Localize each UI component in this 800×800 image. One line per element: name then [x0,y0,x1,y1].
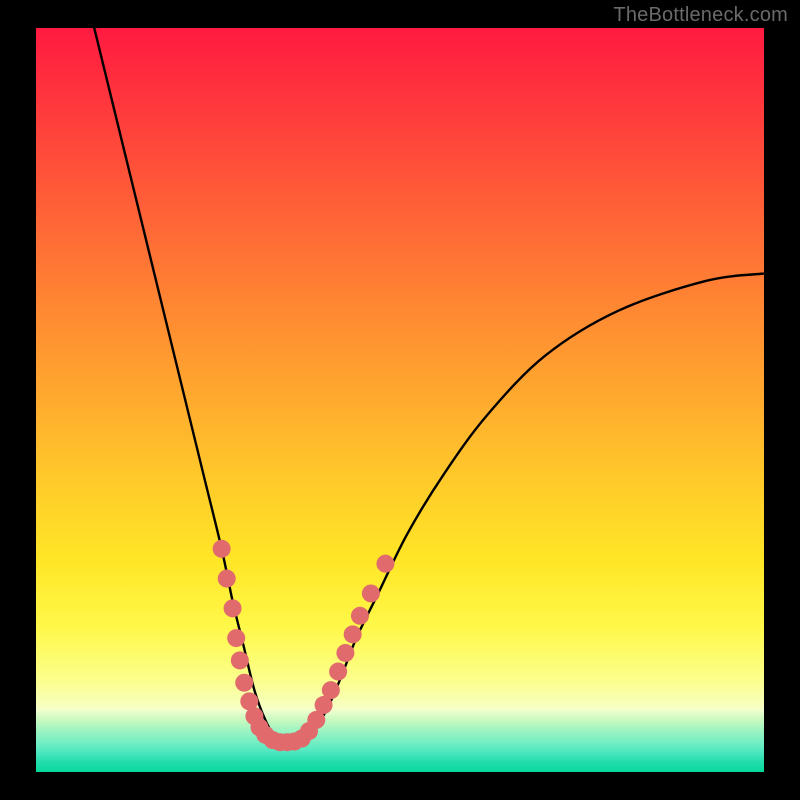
curve-marker [235,674,253,692]
curve-marker [231,651,249,669]
curve-markers [213,540,395,751]
curve-marker [322,681,340,699]
watermark-text: TheBottleneck.com [613,4,788,27]
curve-marker [344,625,362,643]
bottleneck-curve-svg [36,28,764,772]
curve-marker [227,629,245,647]
curve-marker [336,644,354,662]
chart-frame: TheBottleneck.com [0,0,800,800]
curve-marker [376,555,394,573]
curve-marker [218,570,236,588]
plot-area [36,28,764,772]
curve-marker [362,584,380,602]
curve-marker [351,607,369,625]
curve-marker [213,540,231,558]
curve-marker [224,599,242,617]
bottleneck-curve-path [94,28,764,742]
curve-marker [329,663,347,681]
